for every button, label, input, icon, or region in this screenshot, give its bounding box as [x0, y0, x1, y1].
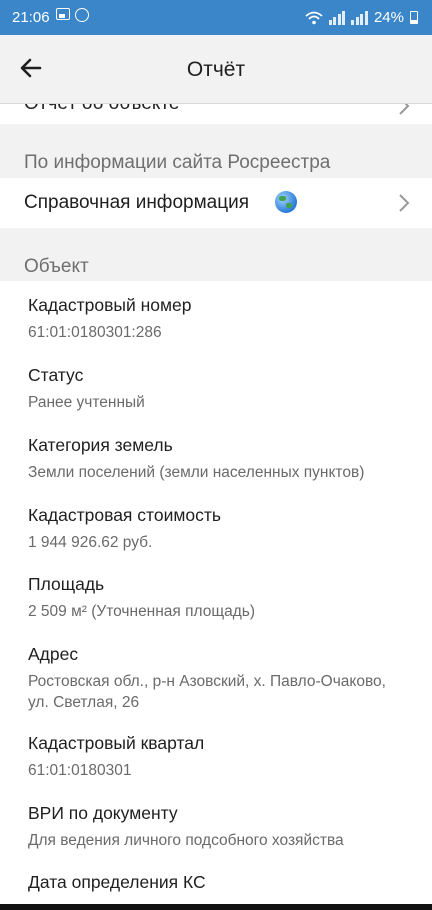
wifi-icon [305, 11, 323, 24]
field-address: Адрес Ростовская обл., р-н Азовский, х. … [28, 643, 386, 713]
battery-icon [410, 11, 418, 24]
field-cadastral-number: Кадастровый номер 61:01:0180301:286 [28, 294, 192, 343]
field-status: Статус Ранее учтенный [28, 364, 145, 413]
field-label: Категория земель [28, 435, 173, 455]
section-header-rosreestr: По информации сайта Росреестра [24, 152, 331, 173]
signal-icon [328, 10, 346, 25]
report-object-row[interactable]: Отчёт об объекте [0, 104, 432, 124]
image-icon [56, 8, 70, 20]
reference-info-label: Справочная информация [24, 192, 249, 213]
globe-icon [275, 191, 297, 213]
app-bar: Отчёт [0, 35, 432, 104]
whatsapp-icon [75, 8, 89, 22]
field-value: Для ведения личного подсобного хозяйства [28, 832, 344, 849]
field-cadastral-quarter: Кадастровый квартал 61:01:0180301 [28, 732, 204, 781]
status-bar: 21:06 24% [0, 0, 432, 35]
field-value: Земли поселений (земли населенных пункто… [28, 464, 365, 481]
report-object-label: Отчёт об объекте [24, 104, 180, 115]
field-cadastral-value: Кадастровая стоимость 1 944 926.62 руб. [28, 504, 221, 553]
field-label: Кадастровый квартал [28, 733, 205, 753]
field-label: Площадь [28, 574, 105, 594]
field-area: Площадь 2 509 м² (Уточненная площадь) [28, 573, 255, 622]
field-label: Кадастровая стоимость [28, 505, 221, 525]
field-land-category: Категория земель Земли поселений (земли … [28, 434, 364, 483]
reference-info-row[interactable]: Справочная информация [0, 178, 432, 228]
status-time: 21:06 [12, 9, 50, 26]
field-label: ВРИ по документу [28, 803, 178, 823]
navigation-bar-edge [0, 904, 432, 910]
chevron-right-icon [399, 194, 410, 212]
page-title: Отчёт [186, 58, 246, 81]
field-value: 2 509 м² (Уточненная площадь) [28, 603, 256, 620]
section-header-object: Объект [24, 256, 89, 277]
field-value: Ранее учтенный [28, 394, 145, 411]
field-valuation-date: Дата определения КС [28, 871, 206, 893]
field-label: Кадастровый номер [28, 295, 192, 315]
field-value: 61:01:0180301:286 [28, 324, 162, 341]
battery-percent: 24% [373, 9, 404, 26]
field-label: Статус [28, 365, 84, 385]
field-value: Ростовская обл., р-н Азовский, х. Павло-… [28, 673, 386, 711]
field-permitted-use: ВРИ по документу Для ведения личного под… [28, 802, 344, 851]
chevron-right-icon [399, 104, 410, 115]
field-label: Дата определения КС [28, 872, 206, 892]
field-value: 61:01:0180301 [28, 762, 132, 779]
field-label: Адрес [28, 644, 79, 664]
field-value: 1 944 926.62 руб. [28, 534, 153, 551]
signal-icon-2 [351, 10, 368, 25]
